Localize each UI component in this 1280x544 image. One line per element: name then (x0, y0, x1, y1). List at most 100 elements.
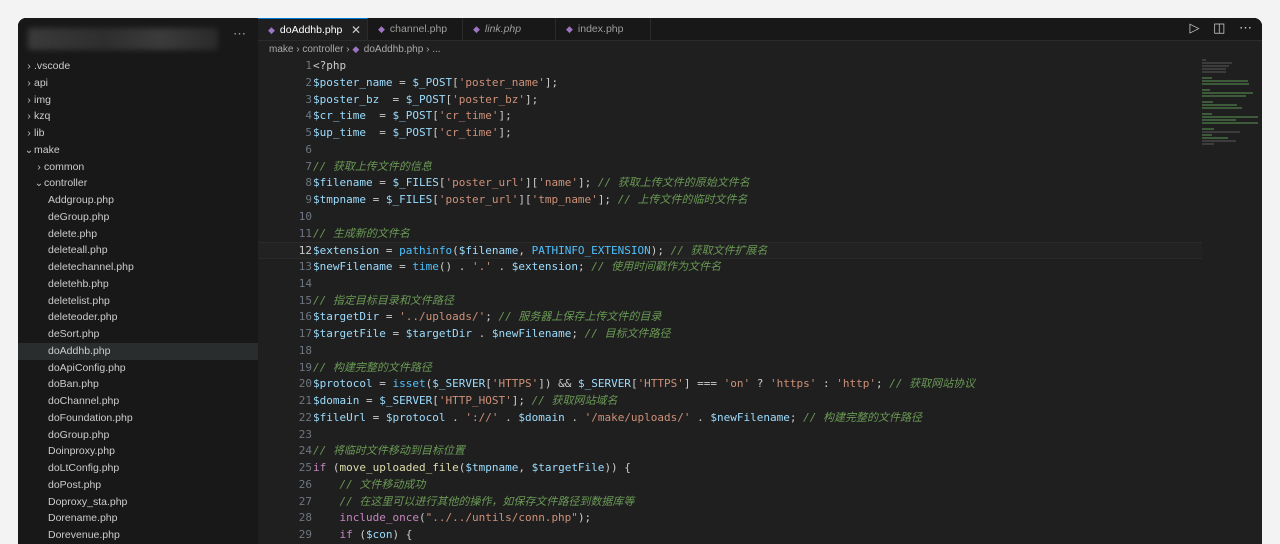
tree-folder[interactable]: › lib (18, 125, 258, 142)
tree-item-label: Dorename.php (48, 512, 118, 525)
tab-channel[interactable]: ◆ channel.php (368, 18, 463, 40)
minimap[interactable] (1202, 58, 1262, 158)
chevron-right-icon: › (27, 77, 31, 89)
text-token: ]; (597, 193, 618, 206)
text-token: . (498, 410, 519, 424)
code-line[interactable]: 23 (258, 427, 1202, 444)
code-line[interactable]: 11// 生成新的文件名 (258, 226, 1202, 243)
tree-folder[interactable]: › kzq (18, 108, 258, 125)
code-line[interactable]: 7// 获取上传文件的信息 (258, 159, 1202, 176)
tree-folder[interactable]: › .vscode (18, 58, 258, 75)
tree-item-label: kzq (34, 110, 51, 123)
code-line[interactable]: 3 $poster_bz = $_POST['poster_bz']; (258, 92, 1202, 109)
code-line[interactable]: 17 $targetFile = $targetDir . $newFilenam… (258, 326, 1202, 343)
tree-file[interactable]: doBan.php (18, 376, 258, 393)
tree-file[interactable]: delete.php (18, 226, 258, 243)
code-line[interactable]: 13 $newFilename = time() . '.' . $extensi… (258, 259, 1202, 276)
tree-file[interactable]: Addgroup.php (18, 192, 258, 209)
tree-file[interactable]: doAddhb.php (18, 342, 258, 360)
tree-file[interactable]: doPost.php (18, 477, 258, 494)
builtin-token: pathinfo (399, 244, 453, 258)
explorer-sidebar: ⋯ › .vscode › api › img › kzq › lib ⌄make › common ⌄c… (18, 18, 259, 544)
tree-item-label: doGroup.php (48, 428, 110, 441)
tree-file[interactable]: doFoundation.php (18, 410, 258, 427)
minimap-line (1202, 68, 1226, 70)
code-line[interactable]: 8 $filename = $_FILES['poster_url']['name… (258, 175, 1202, 192)
text-token: [ (432, 193, 439, 206)
tree-file[interactable]: deletehb.php (18, 276, 258, 293)
code-editor[interactable]: 1 <?php 2 $poster_name = $_POST['poster_nam… (258, 58, 1202, 544)
line-number: 20 (298, 377, 312, 391)
tree-file[interactable]: doChannel.php (18, 393, 258, 410)
breadcrumb-symbol[interactable]: ... (432, 44, 440, 55)
code-line[interactable]: 15// 指定目标目录和文件路径 (258, 293, 1202, 310)
tree-file[interactable]: Dorename.php (18, 510, 258, 527)
line-number: 23 (298, 427, 312, 441)
tab-link[interactable]: ◆ link.php (463, 18, 556, 40)
code-line[interactable]: 22 $fileUrl = $protocol . '://' . $domain… (258, 410, 1202, 427)
tree-item-label: deletehb.php (48, 277, 109, 290)
tree-folder[interactable]: ⌄controller (18, 175, 258, 192)
code-line[interactable]: 12 $extension = pathinfo($filename, PATHI… (258, 242, 1202, 259)
tree-file[interactable]: deGroup.php (18, 209, 258, 226)
code-line[interactable]: 5 $up_time = $_POST['cr_time']; (258, 125, 1202, 142)
code-line[interactable]: 16 $targetDir = '../uploads/'; // 服务器上保存上… (258, 309, 1202, 326)
code-line[interactable]: 26 // 文件移动成功 (258, 477, 1202, 494)
line-source: // 获取上传文件的信息 (313, 159, 432, 176)
code-line[interactable]: 9 $tmpname = $_FILES['poster_url']['tmp_n… (258, 192, 1202, 209)
more-icon[interactable]: ⋯ (1239, 20, 1252, 35)
breadcrumb-item[interactable]: make (269, 44, 293, 55)
tree-file[interactable]: doLtConfig.php (18, 460, 258, 477)
tab-index[interactable]: ◆ index.php (556, 18, 651, 40)
code-line[interactable]: 27 // 在这里可以进行其他的操作，如保存文件路径到数据库等 (258, 494, 1202, 511)
tree-folder[interactable]: › common (18, 159, 258, 176)
tree-file[interactable]: deSort.php (18, 326, 258, 343)
variable-token: $protocol (385, 410, 446, 424)
tab-doaddhb[interactable]: ◆ doAddhb.php ✕ (258, 18, 368, 40)
tree-item-label: make (34, 143, 60, 156)
code-line[interactable]: 28 include_once("../../untils/conn.php")… (258, 510, 1202, 527)
variable-token: $protocol (313, 377, 373, 391)
tree-file[interactable]: doApiConfig.php (18, 360, 258, 377)
breadcrumb-file[interactable]: doAddhb.php (364, 44, 424, 55)
tree-file[interactable]: doGroup.php (18, 427, 258, 444)
code-line[interactable]: 25 if (move_uploaded_file($tmpname, $targ… (258, 460, 1202, 477)
text-token: ]; (524, 92, 539, 106)
tree-file[interactable]: Doinproxy.php (18, 443, 258, 460)
variable-token: $_SERVER (577, 377, 631, 391)
split-editor-icon[interactable]: ◫ (1213, 20, 1225, 35)
more-actions-icon[interactable]: ⋯ (233, 26, 246, 42)
code-line[interactable]: 4 $cr_time = $_POST['cr_time']; (258, 108, 1202, 125)
run-icon[interactable]: ▷ (1189, 20, 1199, 35)
variable-token: $filename (458, 244, 519, 258)
line-source: $filename = $_FILES['poster_url']['name'… (313, 175, 750, 192)
code-line[interactable]: 2 $poster_name = $_POST['poster_name']; (258, 75, 1202, 92)
tree-folder[interactable]: ⌄make (18, 142, 258, 159)
tree-folder[interactable]: › img (18, 92, 258, 109)
tree-file[interactable]: Dorevenue.php (18, 527, 258, 544)
tree-file[interactable]: deleteoder.php (18, 309, 258, 326)
tree-item-label: .vscode (34, 60, 71, 72)
tree-file[interactable]: deleteall.php (18, 242, 258, 259)
string-token: 'poster_bz' (452, 92, 525, 106)
code-line[interactable]: 6 (258, 142, 1202, 159)
tree-file[interactable]: deletechannel.php (18, 259, 258, 276)
code-line[interactable]: 19// 构建完整的文件路径 (258, 360, 1202, 377)
code-line[interactable]: 29 if ($con) { (258, 527, 1202, 544)
code-line[interactable]: 24// 将临时文件移动到目标位置 (258, 443, 1202, 460)
code-line[interactable]: 10 (258, 209, 1202, 226)
tree-folder[interactable]: › api (18, 75, 258, 92)
code-line[interactable]: 14 (258, 276, 1202, 293)
code-line[interactable]: 1 <?php (258, 58, 1202, 75)
code-line[interactable]: 21 $domain = $_SERVER['HTTP_HOST']; // 获取… (258, 393, 1202, 410)
code-line[interactable]: 20 $protocol = isset($_SERVER['HTTPS']) &… (258, 376, 1202, 393)
breadcrumb-item[interactable]: controller (302, 44, 343, 55)
tree-file[interactable]: deletelist.php (18, 293, 258, 310)
tree-file[interactable]: Doproxy_sta.php (18, 494, 258, 511)
variable-token: $targetFile (531, 461, 605, 474)
text-token: ) { (392, 528, 413, 541)
text-token: ); (577, 511, 592, 525)
variable-token: $_POST (405, 92, 446, 106)
close-icon[interactable]: ✕ (351, 19, 361, 41)
code-line[interactable]: 18 (258, 343, 1202, 360)
